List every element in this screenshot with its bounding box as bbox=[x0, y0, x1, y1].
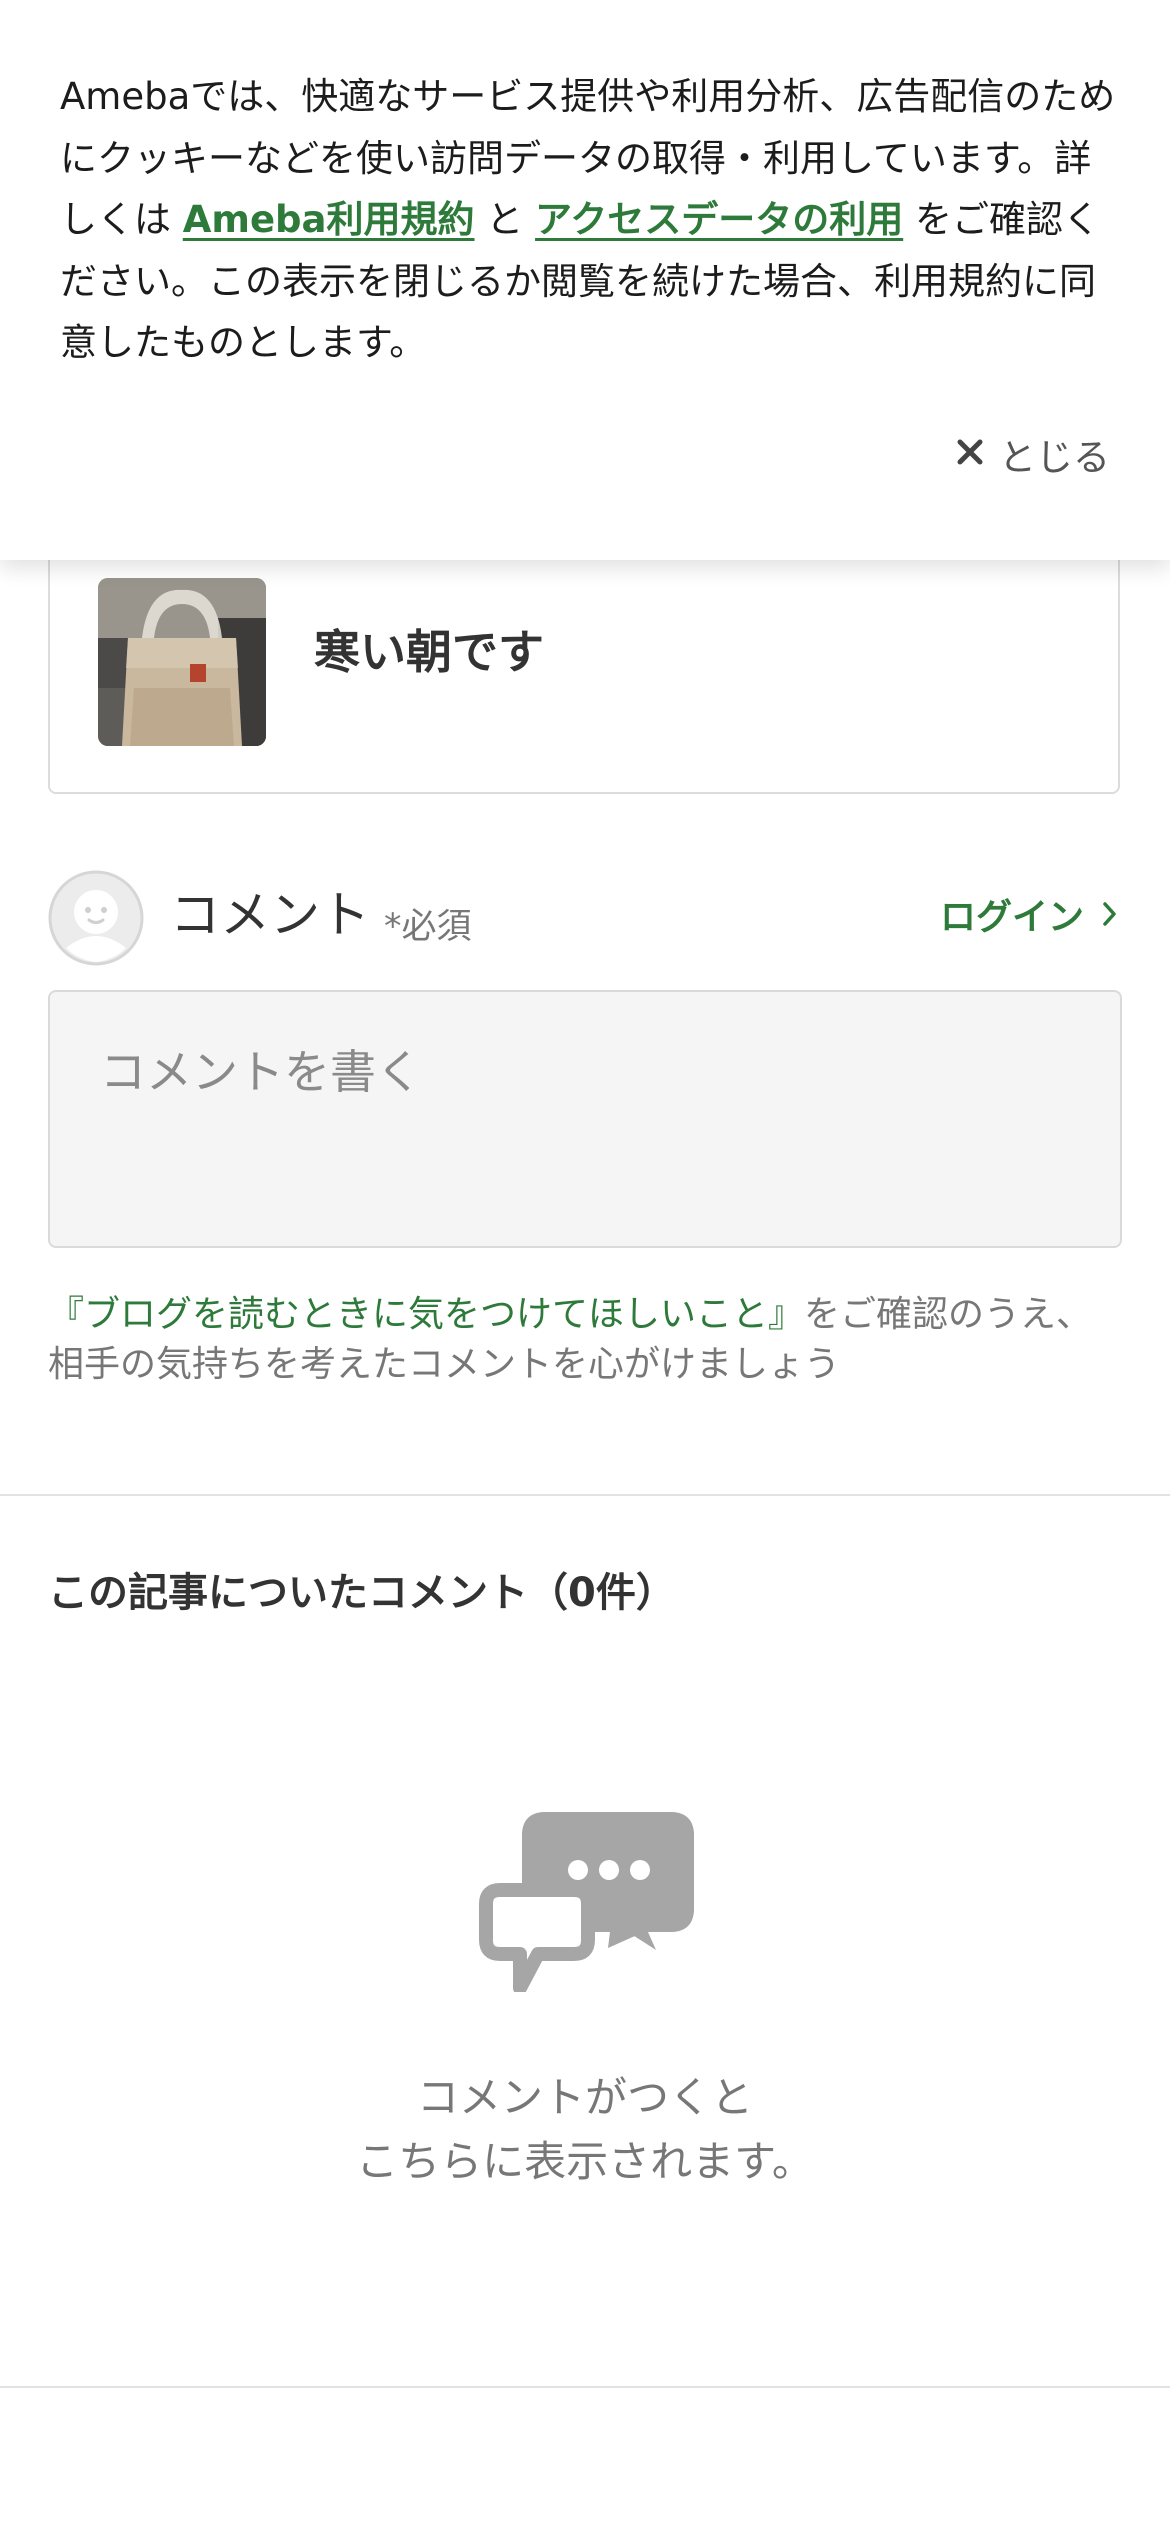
article-title[interactable]: 寒い朝です bbox=[314, 625, 544, 680]
cookie-notice-text: Amebaでは、快適なサービス提供や利用分析、広告配信のためにクッキーなどを使い… bbox=[60, 66, 1120, 374]
empty-comments-message: コメントがつくと こちらに表示されます。 bbox=[0, 2066, 1170, 2194]
shopping-bag-photo bbox=[98, 578, 266, 746]
empty-message-line2: こちらに表示されます。 bbox=[356, 2137, 814, 2186]
guideline-link[interactable]: 『ブログを読むときに気をつけてほしいこと』 bbox=[48, 1294, 804, 1335]
avatar bbox=[48, 870, 144, 966]
comment-label: コメント bbox=[170, 886, 370, 944]
close-label: とじる bbox=[999, 436, 1110, 479]
chevron-right-icon bbox=[1102, 900, 1118, 928]
empty-message-line1: コメントがつくと bbox=[416, 2073, 753, 2122]
required-label: *必須 bbox=[384, 907, 472, 947]
cookie-consent-banner: Amebaでは、快適なサービス提供や利用分析、広告配信のためにクッキーなどを使い… bbox=[0, 0, 1170, 560]
comments-heading: この記事についたコメント（0件） bbox=[48, 1570, 676, 1616]
close-icon bbox=[955, 431, 985, 477]
section-divider bbox=[0, 1494, 1170, 1496]
access-data-link[interactable]: アクセスデータの利用 bbox=[535, 198, 903, 241]
section-divider-bottom bbox=[0, 2386, 1170, 2388]
chat-bubbles-icon bbox=[478, 1812, 694, 1995]
comment-guideline-note: 『ブログを読むときに気をつけてほしいこと』をご確認のうえ、相手の気持ちを考えたコ… bbox=[48, 1290, 1128, 1390]
comment-input[interactable] bbox=[48, 990, 1122, 1248]
article-thumbnail[interactable] bbox=[98, 578, 266, 746]
login-link[interactable]: ログイン bbox=[940, 888, 1118, 940]
login-label: ログイン bbox=[939, 897, 1084, 938]
cookie-text-part2: と bbox=[474, 198, 536, 241]
terms-link[interactable]: Ameba利用規約 bbox=[183, 198, 475, 241]
close-banner-button[interactable]: とじる bbox=[955, 424, 1110, 484]
